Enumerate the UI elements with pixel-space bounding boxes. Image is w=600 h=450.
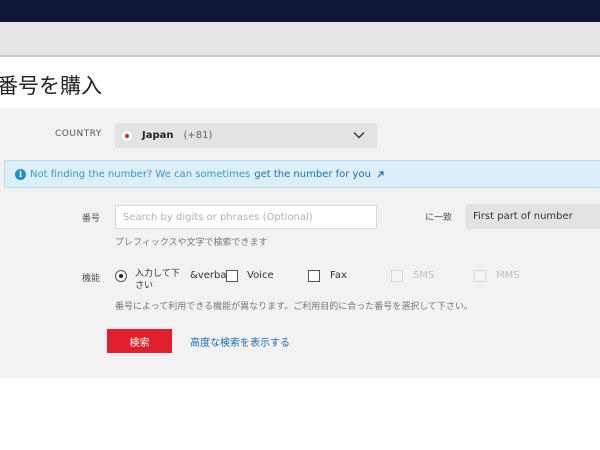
features-label: 機能 — [82, 274, 101, 284]
verbal-text: &verba — [190, 270, 227, 281]
secondary-navigation-bar — [0, 22, 600, 57]
feature-radio-label: 入力して下さい — [135, 269, 180, 291]
top-navigation-bar — [0, 0, 600, 22]
country-code: (+81) — [183, 130, 213, 141]
mms-label: MMS — [496, 270, 520, 281]
match-type-select[interactable]: First part of number — [466, 204, 600, 229]
fax-checkbox[interactable] — [308, 270, 320, 282]
info-text: Not finding the number? We can sometimes — [30, 168, 251, 180]
info-icon: i — [15, 168, 26, 180]
fax-label: Fax — [330, 270, 347, 281]
get-number-link[interactable]: get the number for you — [254, 169, 371, 180]
feature-radio[interactable] — [115, 270, 127, 282]
mms-checkbox — [474, 270, 486, 282]
country-name: Japan — [142, 130, 174, 141]
page-title: 番号を購入 — [0, 74, 102, 98]
voice-checkbox[interactable] — [226, 270, 238, 282]
sms-label: SMS — [413, 270, 435, 281]
number-search-input[interactable] — [115, 205, 377, 229]
info-banner: i Not finding the number? We can sometim… — [4, 160, 600, 188]
advanced-search-link[interactable]: 高度な検索を表示する — [190, 334, 290, 349]
search-button[interactable]: 検索 — [107, 329, 172, 353]
match-label: に一致 — [425, 213, 453, 223]
country-label: COUNTRY — [55, 129, 102, 139]
search-panel — [0, 108, 600, 378]
sms-checkbox — [391, 270, 403, 282]
number-label: 番号 — [82, 214, 101, 224]
japan-flag-icon — [122, 130, 132, 141]
number-search-hint: プレフィックスや文字で検索できます — [115, 238, 268, 248]
voice-label: Voice — [247, 270, 274, 281]
features-hint: 番号によって利用できる機能が異なります。ご利用目的に合った番号を選択して下さい。 — [115, 302, 473, 312]
chevron-down-icon — [353, 132, 365, 139]
country-select[interactable]: Japan (+81) — [115, 123, 377, 148]
external-link-icon[interactable] — [376, 170, 385, 179]
